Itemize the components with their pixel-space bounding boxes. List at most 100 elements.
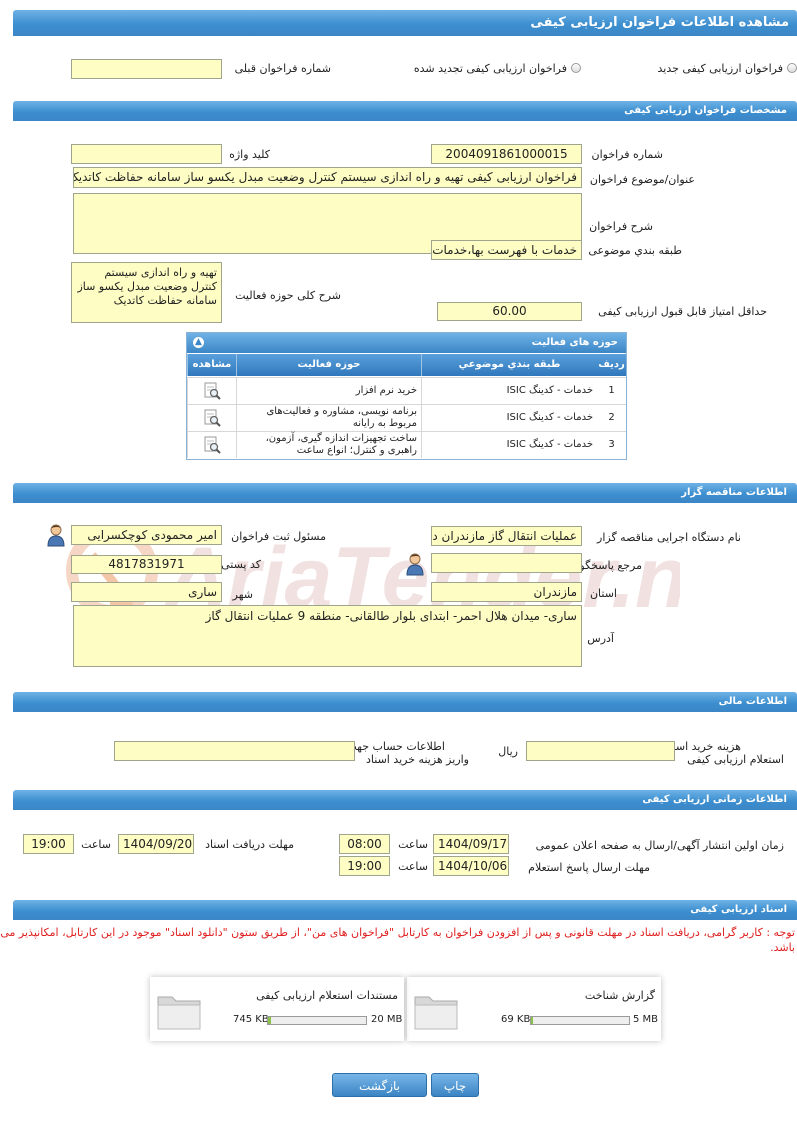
- receive-time-label: ساعت: [81, 838, 111, 851]
- currency-label: ريال: [498, 745, 518, 758]
- docs-notice: توجه : کاربر گرامی، دریافت اسناد در مهلت…: [0, 926, 795, 954]
- prev-call-label: شماره فراخوان قبلی: [234, 62, 331, 75]
- print-button[interactable]: چاپ: [431, 1073, 479, 1097]
- province-field[interactable]: مازندران: [431, 582, 582, 602]
- activity-desc-field[interactable]: تهیه و راه اندازی سیستم کنترل وضعیت مبدل…: [71, 262, 222, 323]
- respond-field[interactable]: [431, 553, 582, 573]
- renewed-call-label: فراخوان ارزيابی کيفی تجديد شده: [413, 62, 567, 75]
- row-index: 3: [608, 439, 615, 450]
- publish-date-field[interactable]: 1404/09/17: [433, 834, 509, 854]
- view-button[interactable]: [187, 405, 236, 431]
- view-button[interactable]: [187, 432, 236, 458]
- col-view: مشاهده: [187, 354, 236, 376]
- registrar-field[interactable]: امیر محمودی کوچکسرایی: [71, 525, 222, 545]
- keyword-label: کليد واژه: [229, 148, 270, 161]
- new-call-radio[interactable]: [787, 63, 797, 73]
- publish-label: زمان اولين انتشار آگهی/ارسال به صفحه اعل…: [535, 839, 784, 852]
- subject-field[interactable]: فراخوان ارزیابی کیفی تهیه و راه اندازی س…: [73, 167, 582, 188]
- magnifier-icon: [204, 382, 221, 400]
- fee-label-1: هزينه خريد اسناد: [664, 740, 741, 753]
- row-category: خدمات - کدینگ ISIC: [421, 378, 597, 404]
- view-button[interactable]: [187, 378, 236, 404]
- specs-section-title: مشخصات فراخوان ارزيابی کيفی: [13, 101, 797, 121]
- row-activity: برنامه نويسی، مشاوره و فعاليت‌های مربوط …: [236, 405, 421, 431]
- activities-grid-header: رديف طبقه بندي موضوعي حوزه فعاليت مشاهده: [187, 354, 626, 376]
- document-name: مستندات استعلام ارزیابی کیفی: [256, 989, 398, 1002]
- row-activity: ساخت تجهيزات اندازه گيری، آزمون، راهبری …: [236, 432, 421, 458]
- tenderer-section-title: اطلاعات مناقصه گزار: [13, 483, 797, 503]
- document-max-size: 20 MB: [371, 1014, 403, 1025]
- keyword-field[interactable]: [71, 144, 222, 164]
- address-field[interactable]: ساری- میدان هلال احمر- ابتدای بلوار طالق…: [73, 605, 582, 667]
- fee-field[interactable]: [526, 741, 675, 761]
- receive-date-field[interactable]: 1404/09/20: [118, 834, 194, 854]
- min-score-field[interactable]: 60.00: [437, 302, 582, 321]
- document-progress: [267, 1016, 367, 1025]
- table-row: 2 خدمات - کدینگ ISIC برنامه نويسی، مشاور…: [187, 404, 626, 431]
- org-label: نام دستگاه اجرایی مناقصه گزار: [597, 531, 741, 544]
- table-row: 3 خدمات - کدینگ ISIC ساخت تجهيزات اندازه…: [187, 431, 626, 458]
- document-file[interactable]: مستندات استعلام ارزیابی کیفی 745 KB 20 M…: [150, 977, 404, 1041]
- col-category: طبقه بندي موضوعي: [421, 354, 597, 376]
- receive-time-field[interactable]: 19:00: [23, 834, 74, 854]
- reply-date-field[interactable]: 1404/10/06: [433, 856, 509, 876]
- document-name: گزارش شناخت: [584, 989, 655, 1002]
- document-size: 69 KB: [501, 1014, 531, 1025]
- magnifier-icon: [204, 409, 221, 427]
- org-field[interactable]: عملیات انتقال گاز مازندران در منطقه 9: [431, 526, 582, 546]
- activities-grid-title: حوزه های فعاليت ▲: [187, 333, 626, 353]
- col-activity: حوزه فعاليت: [236, 354, 421, 376]
- postal-field[interactable]: 4817831971: [71, 555, 222, 574]
- progress-fill: [531, 1017, 533, 1024]
- row-index: 1: [608, 385, 615, 396]
- collapse-icon[interactable]: ▲: [193, 337, 204, 348]
- user-icon[interactable]: [404, 552, 426, 576]
- activity-desc-label: شرح کلی حوزه فعاليت: [235, 289, 341, 302]
- finance-section-title: اطلاعات مالی: [13, 692, 797, 712]
- account-field[interactable]: [114, 741, 355, 761]
- table-row: 1 خدمات - کدینگ ISIC خريد نرم افزار: [187, 377, 626, 404]
- document-size: 745 KB: [233, 1014, 269, 1025]
- document-file[interactable]: گزارش شناخت 69 KB 5 MB: [407, 977, 661, 1041]
- row-index: 2: [608, 412, 615, 423]
- category-label: طبقه بندي موضوعی: [588, 244, 682, 257]
- call-number-field[interactable]: 2004091861000015: [431, 144, 582, 164]
- fee-label-2: استعلام ارزيابی کيفی: [687, 753, 784, 766]
- city-label: شهر: [232, 588, 253, 601]
- publish-time-label: ساعت: [398, 838, 428, 851]
- postal-label: کد پستی: [221, 558, 261, 571]
- publish-time-field[interactable]: 08:00: [339, 834, 390, 854]
- prev-call-field[interactable]: [71, 59, 222, 79]
- activities-grid-title-text: حوزه های فعاليت: [531, 337, 618, 348]
- category-field[interactable]: خدمات با فهرست بها،خدمات مشاوره: [431, 240, 582, 260]
- subject-label: عنوان/موضوع فراخوان: [589, 173, 695, 186]
- min-score-label: حداقل امتياز قابل قبول ارزيابی کيفی: [598, 305, 767, 318]
- renewed-call-radio[interactable]: [571, 63, 581, 73]
- new-call-label: فراخوان ارزيابی کيفی جديد: [657, 62, 783, 75]
- magnifier-icon: [204, 436, 221, 454]
- user-icon[interactable]: [45, 523, 67, 547]
- activities-grid: حوزه های فعاليت ▲ رديف طبقه بندي موضوعي …: [186, 332, 627, 460]
- col-index: رديف: [598, 359, 625, 370]
- document-progress: [530, 1016, 630, 1025]
- progress-fill: [268, 1017, 271, 1024]
- row-category: خدمات - کدینگ ISIC: [421, 432, 597, 458]
- timing-section-title: اطلاعات زمانی ارزيابی کيفی: [13, 790, 797, 810]
- call-number-label: شماره فراخوان: [591, 148, 664, 161]
- folder-icon: [414, 996, 458, 1030]
- reply-label: مهلت ارسال پاسخ استعلام: [528, 861, 650, 874]
- province-label: استان: [589, 587, 617, 600]
- docs-section-title: اسناد ارزيابی کيفی: [13, 900, 797, 920]
- page-title: مشاهده اطلاعات فراخوان ارزيابی کيفی: [13, 10, 797, 36]
- registrar-label: مسئول ثبت فراخوان: [231, 530, 326, 543]
- document-max-size: 5 MB: [633, 1014, 659, 1025]
- address-label: آدرس: [587, 632, 614, 645]
- folder-icon: [157, 996, 201, 1030]
- account-label-2: واريز هزينه خريد اسناد: [366, 753, 469, 766]
- row-activity: خريد نرم افزار: [236, 378, 421, 404]
- receive-label: مهلت دريافت اسناد: [205, 838, 294, 851]
- reply-time-field[interactable]: 19:00: [339, 856, 390, 876]
- back-button[interactable]: بازگشت: [332, 1073, 427, 1097]
- account-label-1: اطلاعات حساب جهت: [346, 740, 445, 753]
- city-field[interactable]: ساری: [71, 582, 222, 602]
